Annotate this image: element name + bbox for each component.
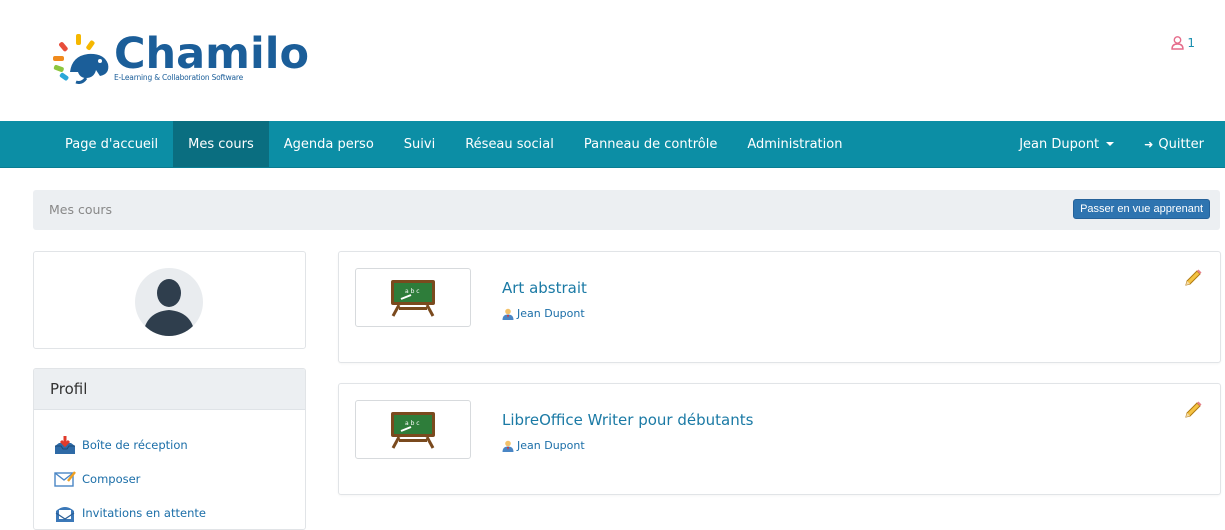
course-thumbnail[interactable]: a b c [355,400,471,459]
course-teacher[interactable]: Jean Dupont [502,307,585,320]
profile-panel-title: Profil [34,369,305,410]
svg-text:a b c: a b c [405,288,420,295]
avatar[interactable] [135,268,203,336]
profile-item-inbox-label: Boîte de réception [82,438,188,452]
course-title[interactable]: LibreOffice Writer pour débutants [502,411,753,429]
nav-social-network[interactable]: Réseau social [450,121,569,167]
logout-button[interactable]: ➜ Quitter [1129,121,1225,167]
blackboard-icon: a b c [391,411,435,449]
user-icon [1171,36,1185,50]
profile-item-inbox[interactable]: Boîte de réception [54,428,305,462]
user-menu-dropdown[interactable]: Jean Dupont [1004,121,1129,167]
user-avatar-panel [33,251,306,349]
main-navbar: Page d'accueil Mes cours Agenda perso Su… [0,121,1225,168]
course-title[interactable]: Art abstrait [502,279,587,297]
inbox-icon [55,436,75,454]
course-card: a b c Art abstrait Jean Dupont [338,251,1221,363]
chamilo-logo[interactable]: Chamilo E-Learning & Collaboration Softw… [50,29,309,88]
switch-student-view-button[interactable]: Passer en vue apprenant [1073,199,1210,219]
nav-agenda[interactable]: Agenda perso [269,121,389,167]
page-header: Chamilo E-Learning & Collaboration Softw… [0,0,1225,121]
logout-label: Quitter [1158,136,1204,152]
breadcrumb: Mes cours Passer en vue apprenant [33,190,1220,230]
course-teacher-name: Jean Dupont [517,439,585,452]
profile-item-invitations-label: Invitations en attente [82,506,206,520]
profile-item-compose-label: Composer [82,472,141,486]
edit-pencil-icon[interactable] [1183,268,1203,288]
profile-item-compose[interactable]: Composer [54,462,305,496]
caret-down-icon [1106,142,1115,146]
compose-mail-icon [54,471,76,487]
users-online-count: 1 [1187,36,1195,50]
brand-tagline: E-Learning & Collaboration Software [114,73,244,82]
nav-dashboard[interactable]: Panneau de contrôle [569,121,732,167]
course-teacher-name: Jean Dupont [517,307,585,320]
course-card: a b c LibreOffice Writer pour débutants … [338,383,1221,495]
teacher-icon [502,308,514,320]
teacher-icon [502,440,514,452]
profile-panel: Profil Boîte de réception Composer Invit… [33,368,306,530]
breadcrumb-current[interactable]: Mes cours [49,202,112,217]
course-thumbnail[interactable]: a b c [355,268,471,327]
edit-pencil-icon[interactable] [1183,400,1203,420]
profile-item-invitations[interactable]: Invitations en attente [54,496,305,529]
invitations-icon [55,507,75,522]
users-online[interactable]: 1 [1171,36,1195,50]
chamilo-chameleon-icon [53,34,109,84]
nav-tracking[interactable]: Suivi [389,121,450,167]
course-teacher[interactable]: Jean Dupont [502,439,585,452]
nav-administration[interactable]: Administration [732,121,857,167]
nav-my-courses[interactable]: Mes cours [173,121,269,167]
svg-text:a b c: a b c [405,420,420,427]
nav-home[interactable]: Page d'accueil [50,121,173,167]
sign-out-icon: ➜ [1144,137,1154,151]
blackboard-icon: a b c [391,279,435,317]
user-menu-name: Jean Dupont [1019,136,1100,152]
